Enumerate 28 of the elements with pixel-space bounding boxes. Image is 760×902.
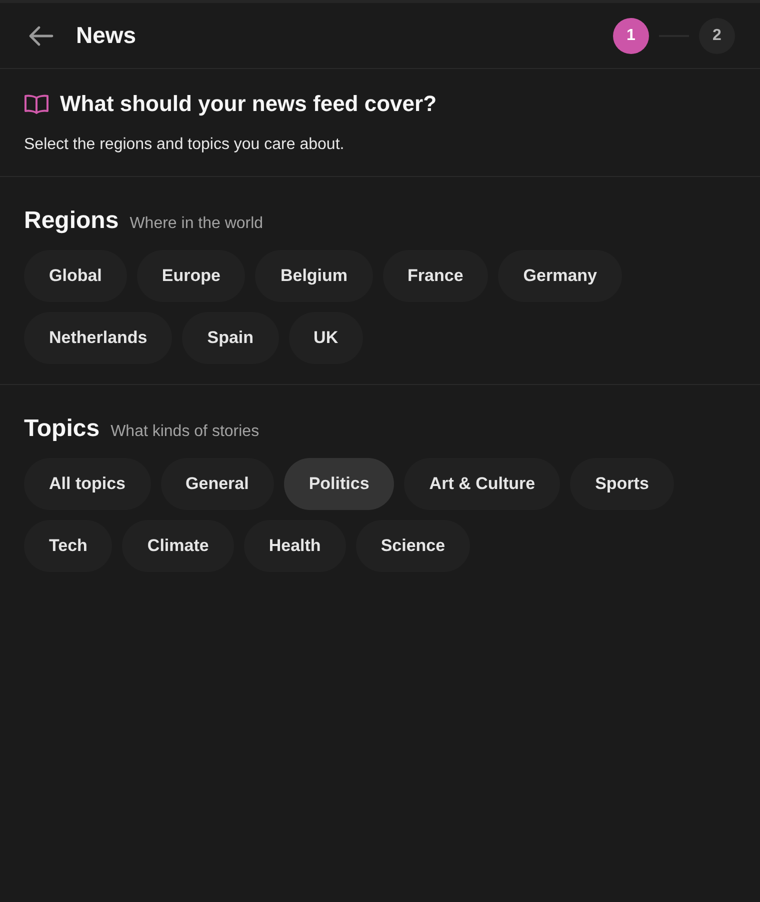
section-title: Regions: [24, 207, 119, 235]
filter-chip[interactable]: All topics: [24, 458, 151, 510]
page-title: News: [76, 22, 136, 49]
filter-chip[interactable]: Art & Culture: [404, 458, 560, 510]
filter-chip[interactable]: General: [160, 458, 274, 510]
filter-chip[interactable]: France: [382, 250, 488, 302]
filter-chip[interactable]: UK: [288, 312, 364, 364]
intro-heading: What should your news feed cover?: [60, 91, 437, 117]
filter-chip[interactable]: Climate: [122, 520, 234, 572]
filter-chip[interactable]: Germany: [498, 250, 622, 302]
filter-chip[interactable]: Netherlands: [24, 312, 172, 364]
filter-chip[interactable]: Spain: [182, 312, 279, 364]
filter-chip[interactable]: Sports: [570, 458, 674, 510]
filter-chip[interactable]: Belgium: [255, 250, 373, 302]
back-button[interactable]: [28, 24, 54, 46]
filter-chip[interactable]: Global: [24, 250, 127, 302]
step-indicator: 2: [699, 18, 735, 54]
section-hint: Where in the world: [130, 215, 264, 233]
filter-chip[interactable]: Tech: [24, 520, 112, 572]
step-indicator: 1: [613, 18, 649, 54]
filter-chip[interactable]: Europe: [136, 250, 246, 302]
intro-subtitle: Select the regions and topics you care about.: [24, 136, 346, 154]
filter-chip[interactable]: Health: [244, 520, 346, 572]
section-title: Topics: [24, 415, 100, 443]
section-hint: What kinds of stories: [110, 423, 260, 441]
filter-chip[interactable]: Science: [356, 520, 470, 572]
filter-chip[interactable]: Politics: [284, 458, 394, 510]
book-icon: [24, 94, 49, 114]
